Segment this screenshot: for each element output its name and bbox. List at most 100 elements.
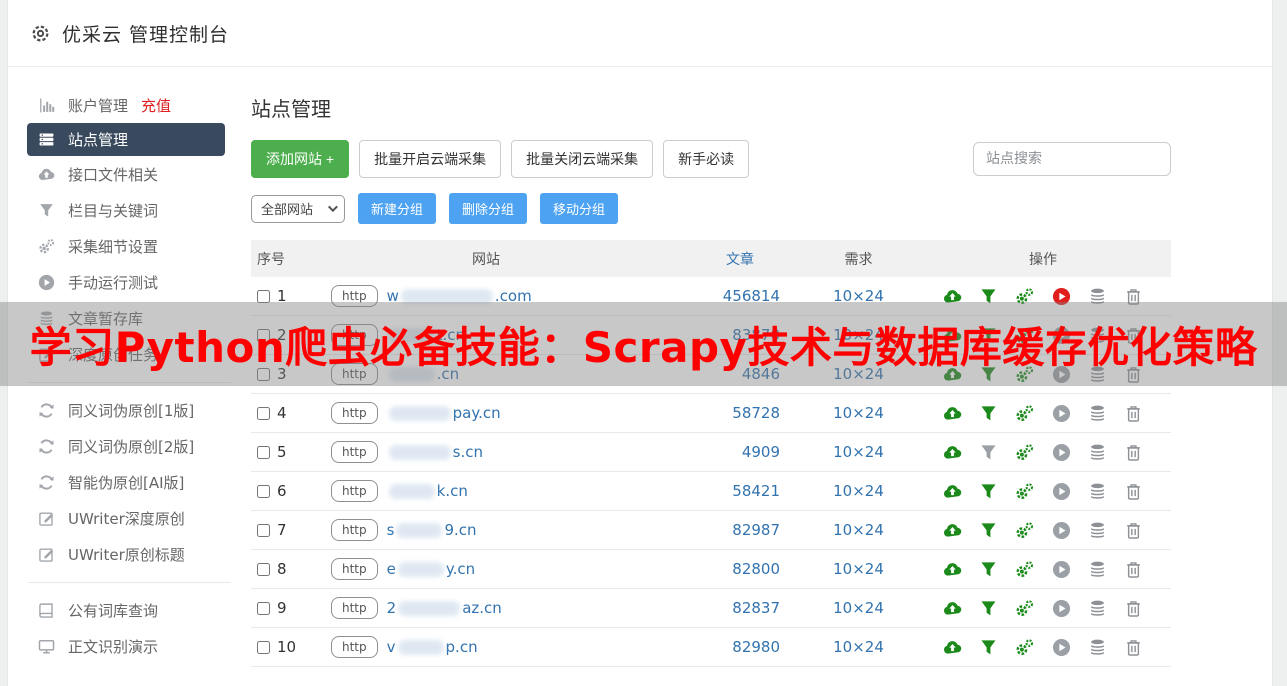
run-icon[interactable] [1052, 521, 1071, 540]
site-search-input[interactable] [973, 142, 1171, 176]
http-protocol-button[interactable]: http [331, 519, 378, 541]
cloud-collect-icon[interactable] [943, 638, 962, 657]
demand-value[interactable]: 10×24 [786, 482, 931, 500]
delete-group-button[interactable]: 删除分组 [449, 193, 528, 224]
filter-icon[interactable] [979, 638, 998, 657]
delete-icon[interactable] [1124, 599, 1143, 618]
recharge-link[interactable]: 充值 [141, 95, 171, 116]
demand-value[interactable]: 10×24 [786, 599, 931, 617]
run-icon[interactable] [1052, 482, 1071, 501]
sidebar-item-columns-keywords[interactable]: 栏目与关键词 [8, 192, 251, 228]
delete-icon[interactable] [1124, 443, 1143, 462]
article-count[interactable]: 58728 [641, 404, 786, 422]
sidebar-item-uwriter-deep[interactable]: UWriter深度原创 [8, 500, 251, 536]
batch-disable-cloud-button[interactable]: 批量关闭云端采集 [511, 140, 654, 178]
http-protocol-button[interactable]: http [331, 480, 378, 502]
settings-icon[interactable] [1015, 560, 1034, 579]
settings-icon[interactable] [1015, 443, 1034, 462]
sidebar-item-account[interactable]: 账户管理 充值 [8, 87, 251, 123]
delete-icon[interactable] [1124, 521, 1143, 540]
delete-icon[interactable] [1124, 638, 1143, 657]
site-domain[interactable]: k.cn [387, 482, 468, 500]
settings-icon[interactable] [1015, 599, 1034, 618]
run-icon[interactable] [1052, 638, 1071, 657]
row-checkbox[interactable] [257, 523, 270, 537]
site-domain[interactable]: 2 az.cn [387, 599, 502, 617]
move-group-button[interactable]: 移动分组 [540, 193, 619, 224]
filter-icon[interactable] [979, 404, 998, 423]
batch-enable-cloud-button[interactable]: 批量开启云端采集 [359, 140, 502, 178]
database-icon[interactable] [1088, 599, 1107, 618]
article-count[interactable]: 82837 [641, 599, 786, 617]
row-checkbox[interactable] [257, 445, 270, 459]
settings-icon[interactable] [1015, 521, 1034, 540]
cloud-collect-icon[interactable] [943, 443, 962, 462]
http-protocol-button[interactable]: http [331, 402, 378, 424]
article-count[interactable]: 82987 [641, 521, 786, 539]
database-icon[interactable] [1088, 560, 1107, 579]
filter-icon[interactable] [979, 521, 998, 540]
http-protocol-button[interactable]: http [331, 597, 378, 619]
new-group-button[interactable]: 新建分组 [358, 193, 437, 224]
filter-icon[interactable] [979, 560, 998, 579]
site-domain[interactable]: pay.cn [387, 404, 501, 422]
database-icon[interactable] [1088, 404, 1107, 423]
sidebar-item-synonym-v1[interactable]: 同义词伪原创[1版] [8, 392, 251, 428]
cloud-collect-icon[interactable] [943, 404, 962, 423]
cloud-collect-icon[interactable] [943, 599, 962, 618]
site-domain[interactable]: s.cn [387, 443, 483, 461]
row-checkbox[interactable] [257, 289, 270, 303]
database-icon[interactable] [1088, 638, 1107, 657]
article-count[interactable]: 82980 [641, 638, 786, 656]
cloud-collect-icon[interactable] [943, 521, 962, 540]
delete-icon[interactable] [1124, 482, 1143, 501]
site-domain[interactable]: v p.cn [387, 638, 478, 656]
article-count[interactable]: 58421 [641, 482, 786, 500]
settings-icon[interactable] [1015, 638, 1034, 657]
demand-value[interactable]: 10×24 [786, 521, 931, 539]
sidebar-item-ai-rewrite[interactable]: 智能伪原创[AI版] [8, 464, 251, 500]
cloud-collect-icon[interactable] [943, 482, 962, 501]
demand-value[interactable]: 10×24 [786, 560, 931, 578]
filter-icon[interactable] [979, 482, 998, 501]
sidebar-item-synonym-v2[interactable]: 同义词伪原创[2版] [8, 428, 251, 464]
sidebar-item-uwriter-title[interactable]: UWriter原创标题 [8, 536, 251, 572]
database-icon[interactable] [1088, 521, 1107, 540]
filter-icon[interactable] [979, 443, 998, 462]
demand-value[interactable]: 10×24 [786, 638, 931, 656]
row-checkbox[interactable] [257, 562, 270, 576]
delete-icon[interactable] [1124, 404, 1143, 423]
site-group-select[interactable]: 全部网站 [251, 194, 345, 223]
sidebar-item-public-dict[interactable]: 公有词库查询 [8, 592, 251, 628]
demand-value[interactable]: 10×24 [786, 404, 931, 422]
database-icon[interactable] [1088, 482, 1107, 501]
delete-icon[interactable] [1124, 560, 1143, 579]
run-icon[interactable] [1052, 443, 1071, 462]
http-protocol-button[interactable]: http [331, 441, 378, 463]
sidebar-item-interface-files[interactable]: 接口文件相关 [8, 156, 251, 192]
sidebar-item-manual-run[interactable]: 手动运行测试 [8, 264, 251, 300]
run-icon[interactable] [1052, 404, 1071, 423]
http-protocol-button[interactable]: http [331, 636, 378, 658]
filter-icon[interactable] [979, 599, 998, 618]
add-site-button[interactable]: 添加网站 + [251, 140, 350, 178]
beginner-guide-button[interactable]: 新手必读 [663, 140, 750, 178]
settings-icon[interactable] [1015, 404, 1034, 423]
run-icon[interactable] [1052, 599, 1071, 618]
http-protocol-button[interactable]: http [331, 558, 378, 580]
row-checkbox[interactable] [257, 406, 270, 420]
sidebar-item-content-recognition[interactable]: 正文识别演示 [8, 628, 251, 664]
row-checkbox[interactable] [257, 640, 270, 654]
sidebar-item-collect-settings[interactable]: 采集细节设置 [8, 228, 251, 264]
run-icon[interactable] [1052, 560, 1071, 579]
database-icon[interactable] [1088, 443, 1107, 462]
article-count[interactable]: 82800 [641, 560, 786, 578]
demand-value[interactable]: 10×24 [786, 443, 931, 461]
row-checkbox[interactable] [257, 601, 270, 615]
site-domain[interactable]: s 9.cn [387, 521, 477, 539]
settings-icon[interactable] [1015, 482, 1034, 501]
sidebar-item-sites[interactable]: 站点管理 [27, 123, 225, 156]
site-domain[interactable]: e y.cn [387, 560, 476, 578]
cloud-collect-icon[interactable] [943, 560, 962, 579]
article-count[interactable]: 4909 [641, 443, 786, 461]
